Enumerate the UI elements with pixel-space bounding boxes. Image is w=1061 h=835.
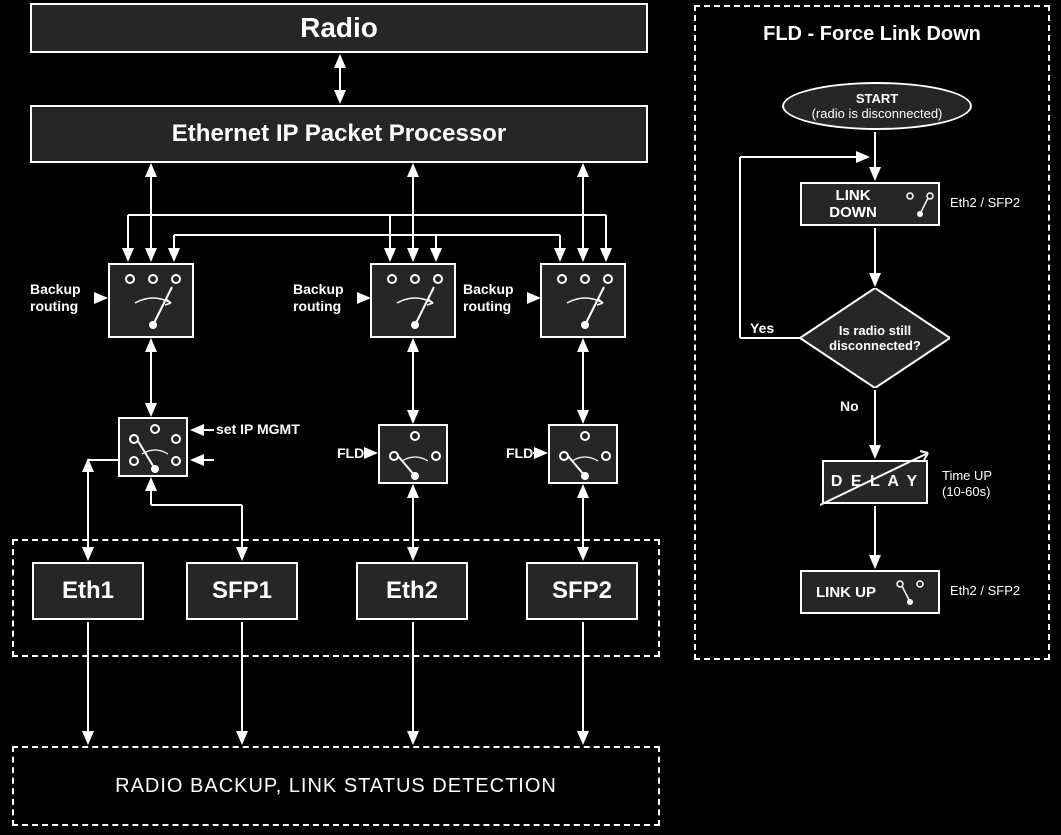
link-up-port-label: Eth2 / SFP2 [950, 583, 1020, 599]
footer-box: RADIO BACKUP, LINK STATUS DETECTION [12, 746, 660, 826]
switch-bottom-2 [378, 424, 448, 484]
switch-top-3 [540, 263, 626, 338]
link-down-node: LINK DOWN [800, 182, 940, 226]
backup-routing-label-1: Backup routing [30, 281, 100, 315]
radio-label: Radio [300, 12, 378, 44]
backup-routing-label-3: Backup routing [463, 281, 533, 315]
decision-node: Is radio still disconnected? [800, 288, 950, 388]
fld-label-2: FLD [506, 445, 533, 462]
switch-top-1 [108, 263, 194, 338]
port-sfp1: SFP1 [186, 562, 298, 620]
link-up-node: LINK UP [800, 570, 940, 614]
yes-label: Yes [750, 320, 774, 337]
switch-bottom-3 [548, 424, 618, 484]
port-eth1: Eth1 [32, 562, 144, 620]
link-down-port-label: Eth2 / SFP2 [950, 195, 1020, 211]
link-down-label: LINK DOWN [812, 187, 894, 221]
processor-label: Ethernet IP Packet Processor [172, 120, 506, 148]
delay-note: Time UP (10-60s) [942, 468, 992, 499]
start-node: START (radio is disconnected) [782, 82, 972, 130]
set-ip-mgmt-label: set IP MGMT [216, 421, 300, 438]
port-eth2: Eth2 [356, 562, 468, 620]
no-label: No [840, 398, 859, 415]
fld-title: FLD - Force Link Down [694, 22, 1050, 46]
fld-label-1: FLD [337, 445, 364, 462]
link-up-label: LINK UP [816, 584, 876, 601]
switch-bottom-1 [118, 417, 188, 477]
processor-block: Ethernet IP Packet Processor [30, 105, 648, 163]
backup-routing-label-2: Backup routing [293, 281, 363, 315]
radio-block: Radio [30, 3, 648, 53]
switch-top-2 [370, 263, 456, 338]
port-sfp2: SFP2 [526, 562, 638, 620]
footer-label: RADIO BACKUP, LINK STATUS DETECTION [115, 775, 557, 798]
